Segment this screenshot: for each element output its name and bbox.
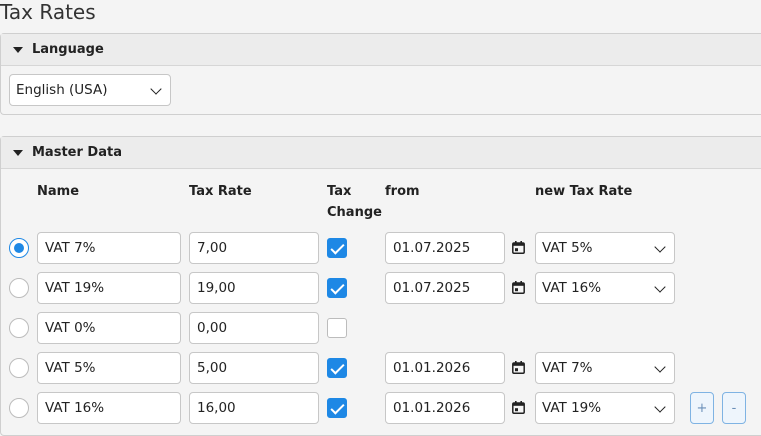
from-date-input[interactable]: 01.07.2025 <box>385 272 505 304</box>
column-header-tax-change-line2: Change <box>327 205 382 220</box>
tax-rate-input[interactable]: 16,00 <box>189 392 319 424</box>
from-date-input[interactable]: 01.07.2025 <box>385 232 505 264</box>
row-select-radio[interactable] <box>9 358 29 378</box>
column-header-from: from <box>385 184 420 199</box>
language-panel: Language English (USA) <box>0 33 761 115</box>
master-data-panel-title: Master Data <box>32 145 122 160</box>
calendar-icon[interactable] <box>512 241 525 254</box>
language-select-value: English (USA) <box>16 82 108 98</box>
row-select-radio[interactable] <box>9 398 29 418</box>
tax-change-checkbox[interactable] <box>327 318 347 338</box>
name-input-value: VAT 5% <box>45 360 96 376</box>
chevron-down-icon <box>654 401 666 413</box>
language-panel-title: Language <box>32 42 104 57</box>
from-date-input[interactable]: 01.01.2026 <box>385 392 505 424</box>
new-tax-rate-select[interactable]: VAT 7% <box>535 352 675 384</box>
name-input-value: VAT 19% <box>45 280 105 296</box>
tax-rate-input-value: 5,00 <box>197 360 228 376</box>
column-header-tax-rate: Tax Rate <box>189 184 252 199</box>
tax-rate-input[interactable]: 5,00 <box>189 352 319 384</box>
name-input[interactable]: VAT 16% <box>37 392 181 424</box>
row-select-radio[interactable] <box>9 238 29 258</box>
calendar-icon[interactable] <box>512 281 525 294</box>
name-input[interactable]: VAT 19% <box>37 272 181 304</box>
tax-rate-input-value: 19,00 <box>197 280 236 296</box>
calendar-icon[interactable] <box>512 361 525 374</box>
chevron-down-icon <box>654 241 666 253</box>
new-tax-rate-select[interactable]: VAT 19% <box>535 392 675 424</box>
tax-change-checkbox[interactable] <box>327 398 347 418</box>
row-select-radio[interactable] <box>9 318 29 338</box>
caret-down-icon <box>13 46 23 53</box>
chevron-down-icon <box>654 281 666 293</box>
page-title: Tax Rates <box>0 0 96 24</box>
row-select-radio[interactable] <box>9 278 29 298</box>
tax-change-checkbox[interactable] <box>327 278 347 298</box>
new-tax-rate-value: VAT 16% <box>542 280 602 296</box>
chevron-down-icon <box>150 83 162 95</box>
from-date-value: 01.01.2026 <box>393 360 471 376</box>
tax-rate-input[interactable]: 0,00 <box>189 312 319 344</box>
column-header-new-tax-rate: new Tax Rate <box>535 184 633 199</box>
remove-row-button[interactable]: - <box>722 392 746 424</box>
name-input[interactable]: VAT 0% <box>37 312 181 344</box>
column-header-tax-change-line1: Tax <box>327 184 352 199</box>
new-tax-rate-value: VAT 19% <box>542 400 602 416</box>
caret-down-icon <box>13 149 23 156</box>
from-date-value: 01.07.2025 <box>393 240 471 256</box>
from-date-input[interactable]: 01.01.2026 <box>385 352 505 384</box>
name-input-value: VAT 0% <box>45 320 96 336</box>
new-tax-rate-select[interactable]: VAT 16% <box>535 272 675 304</box>
name-input[interactable]: VAT 5% <box>37 352 181 384</box>
new-tax-rate-value: VAT 5% <box>542 240 593 256</box>
tax-rate-input[interactable]: 7,00 <box>189 232 319 264</box>
tax-change-checkbox[interactable] <box>327 238 347 258</box>
column-header-name: Name <box>37 184 80 199</box>
from-date-value: 01.07.2025 <box>393 280 471 296</box>
tax-rate-input[interactable]: 19,00 <box>189 272 319 304</box>
language-panel-header[interactable]: Language <box>1 34 761 66</box>
calendar-icon[interactable] <box>512 401 525 414</box>
tax-change-checkbox[interactable] <box>327 358 347 378</box>
from-date-value: 01.01.2026 <box>393 400 471 416</box>
master-data-panel-header[interactable]: Master Data <box>1 137 761 169</box>
new-tax-rate-value: VAT 7% <box>542 360 593 376</box>
name-input[interactable]: VAT 7% <box>37 232 181 264</box>
chevron-down-icon <box>654 361 666 373</box>
tax-rate-input-value: 16,00 <box>197 400 236 416</box>
tax-rate-input-value: 0,00 <box>197 320 228 336</box>
add-row-button[interactable]: + <box>690 392 714 424</box>
name-input-value: VAT 16% <box>45 400 105 416</box>
language-select[interactable]: English (USA) <box>9 74 171 106</box>
tax-rate-input-value: 7,00 <box>197 240 228 256</box>
new-tax-rate-select[interactable]: VAT 5% <box>535 232 675 264</box>
name-input-value: VAT 7% <box>45 240 96 256</box>
